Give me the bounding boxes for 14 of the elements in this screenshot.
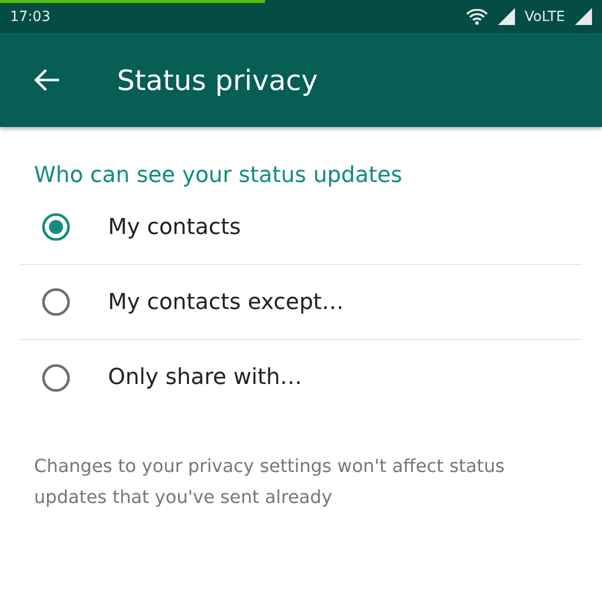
- radio-option[interactable]: My contacts: [20, 190, 582, 265]
- footer-note: Changes to your privacy settings won't affect status updates that you've sent already: [34, 455, 506, 510]
- radio-button[interactable]: [42, 364, 70, 392]
- radio-option[interactable]: Only share with…: [20, 340, 582, 415]
- wifi-icon: [466, 8, 488, 24]
- network-label: VoLTE: [524, 8, 565, 24]
- signal-icon: [575, 8, 592, 25]
- screen-title: Status privacy: [117, 64, 318, 96]
- radio-option[interactable]: My contacts except…: [20, 265, 582, 340]
- signal-icon: [498, 8, 515, 25]
- radio-button[interactable]: [42, 288, 70, 316]
- radio-button[interactable]: [42, 213, 70, 241]
- section-heading: Who can see your status updates: [34, 163, 404, 188]
- clock: 17:03: [10, 8, 50, 24]
